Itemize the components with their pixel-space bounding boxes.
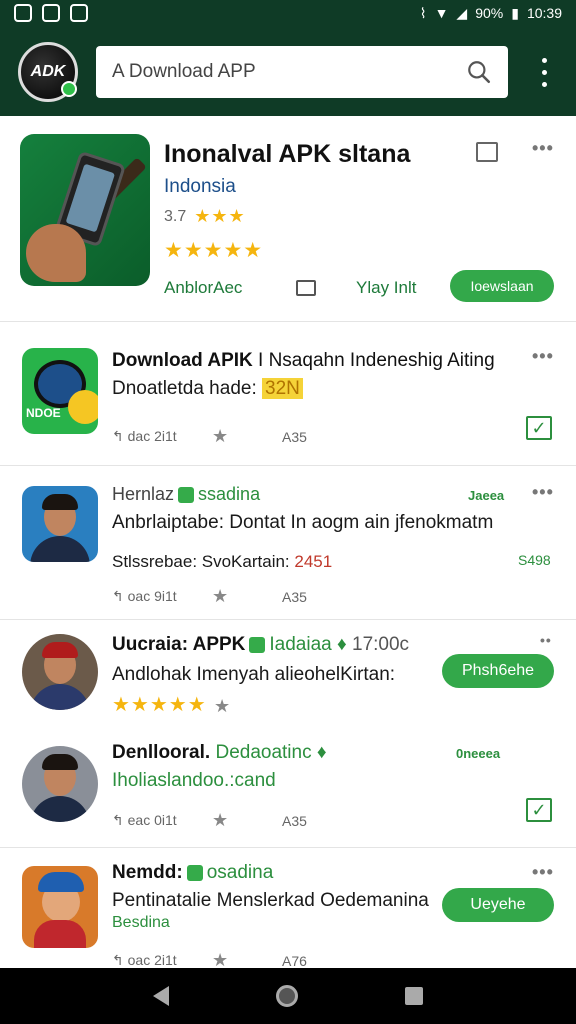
item-size: A76 xyxy=(282,952,307,969)
rating-value: 3.7 xyxy=(164,207,187,225)
item-side-label: Jaeea xyxy=(468,488,505,503)
item-meta: ↰ oac 9i1t ★ A35 xyxy=(112,586,307,607)
item-subtitle: Besdina xyxy=(112,914,170,931)
install-button[interactable]: Phsh6ehe xyxy=(442,654,554,688)
item-title: Uucraia: APPK Iadaiaa ♦ 17:00c xyxy=(112,634,410,655)
more-icon[interactable]: ••• xyxy=(532,138,554,159)
item-title: Nemdd: osadina xyxy=(112,862,274,883)
app-icon: NDOE xyxy=(22,348,98,434)
item-side-label: 0neeea xyxy=(456,746,501,761)
vibrate-icon: ⌇ xyxy=(419,4,427,21)
search-placeholder: A Download APP xyxy=(112,61,256,82)
install-button[interactable]: Ueyehe xyxy=(442,888,554,922)
list-item[interactable]: Nemdd: osadina ••• Pentinatalie Menslerka… xyxy=(0,848,576,970)
featured-app-icon xyxy=(20,134,150,286)
download-count: ↰ eac 0i1t xyxy=(112,812,177,828)
featured-play-label: Ylay Inlt xyxy=(356,278,417,297)
featured-app-card[interactable]: Inonalval APK sltana ••• Indonsia 3.7 ★★… xyxy=(0,118,576,322)
app-logo[interactable]: ADK xyxy=(18,42,78,102)
item-price: S498 xyxy=(518,552,551,568)
download-count: ↰ oac 9i1t xyxy=(112,588,177,604)
system-navigation-bar xyxy=(0,968,576,1024)
status-bar: ⌇ ▼ ◢ 90% ▮ 10:39 xyxy=(0,0,576,26)
item-description: Pentinatalie Menslerkad Oedemanina xyxy=(112,890,429,911)
app-icon xyxy=(22,866,98,948)
list-item[interactable]: Denllooral. Dedaoatinc ♦ 0neeea Iholiasl… xyxy=(0,728,576,848)
clock: 10:39 xyxy=(526,5,562,21)
app-bar: ADK A Download APP xyxy=(0,26,576,116)
checkbox-icon[interactable]: ✓ xyxy=(526,798,552,822)
item-subtitle: Dnoatletda hade: 32N xyxy=(112,378,303,400)
notification-icon xyxy=(42,4,60,22)
item-description: Anbrlaiptabe: Dontat In aogm ain jfenokm… xyxy=(112,512,494,533)
battery-icon: ▮ xyxy=(511,4,519,21)
star-icon: ★ xyxy=(214,696,231,716)
logo-badge-icon xyxy=(61,81,77,97)
user-avatar xyxy=(22,746,98,822)
search-input[interactable]: A Download APP xyxy=(96,46,508,98)
item-title: Download APIK I Nsaqahn Indeneshig Aitin… xyxy=(112,350,495,371)
item-title: Hernlaz ssadina xyxy=(112,484,261,504)
home-icon[interactable] xyxy=(275,985,298,1007)
featured-rating: 3.7 ★★★ xyxy=(164,206,246,227)
cast-icon[interactable] xyxy=(476,142,498,162)
star-icon: ★ xyxy=(212,586,229,606)
featured-download-button[interactable]: Ioewslaan xyxy=(450,270,554,302)
item-subtitle: Stlssrebae: SvoKartain: 2451 xyxy=(112,552,333,571)
user-avatar xyxy=(22,634,98,710)
signal-icon: ◢ xyxy=(456,4,468,21)
list-item[interactable]: Uucraia: APPK Iadaiaa ♦ 17:00c •• Andloha… xyxy=(0,620,576,728)
back-icon[interactable] xyxy=(153,986,170,1006)
recent-apps-icon[interactable] xyxy=(404,987,423,1005)
overflow-menu-icon[interactable] xyxy=(530,54,558,90)
rating-stars-icon: ★★★ xyxy=(194,206,246,226)
more-icon[interactable]: •• xyxy=(540,632,552,648)
search-icon[interactable] xyxy=(466,59,492,85)
rating-stars-icon: ★★★★★ xyxy=(164,239,264,262)
more-icon[interactable]: ••• xyxy=(532,482,554,503)
star-icon: ★ xyxy=(212,426,229,446)
list-item[interactable]: Hernlaz ssadina Jaeea ••• Anbrlaiptabe: D… xyxy=(0,466,576,620)
item-description: Iholiaslandoo.:cand xyxy=(112,770,276,791)
item-size: A35 xyxy=(282,428,307,445)
item-size: A35 xyxy=(282,812,307,829)
tag-icon xyxy=(186,864,203,881)
rating-stars-icon: ★★★★★ xyxy=(112,694,207,716)
featured-app-subtitle: Indonsia xyxy=(164,176,236,197)
notification-icon xyxy=(70,4,88,22)
download-count: ↰ dac 2i1t xyxy=(112,428,177,444)
featured-app-title: Inonalval APK sltana xyxy=(164,140,411,168)
item-title: Denllooral. Dedaoatinc ♦ xyxy=(112,742,327,763)
tag-icon xyxy=(178,487,195,504)
featured-developer: AnblorAec xyxy=(164,278,243,297)
item-size: A35 xyxy=(282,588,307,605)
book-icon xyxy=(296,280,316,296)
item-description: Andlohak Imenyah alieohelKirtan: xyxy=(112,664,396,685)
notification-icon xyxy=(14,4,32,22)
list-item[interactable]: NDOE Download APIK I Nsaqahn Indeneshig … xyxy=(0,322,576,466)
item-meta: ↰ eac 0i1t ★ A35 xyxy=(112,810,307,831)
download-count: ↰ oac 2i1t xyxy=(112,952,177,968)
item-meta: ↰ dac 2i1t ★ A35 xyxy=(112,426,307,447)
tag-icon xyxy=(249,636,266,653)
logo-text: ADK xyxy=(30,63,66,80)
app-icon xyxy=(22,486,98,562)
more-icon[interactable]: ••• xyxy=(532,346,554,367)
checkbox-icon[interactable]: ✓ xyxy=(526,416,552,440)
more-icon[interactable]: ••• xyxy=(532,862,554,883)
wifi-icon: ▼ xyxy=(434,5,449,21)
star-icon: ★ xyxy=(212,810,229,830)
battery-percent: 90% xyxy=(475,5,504,21)
